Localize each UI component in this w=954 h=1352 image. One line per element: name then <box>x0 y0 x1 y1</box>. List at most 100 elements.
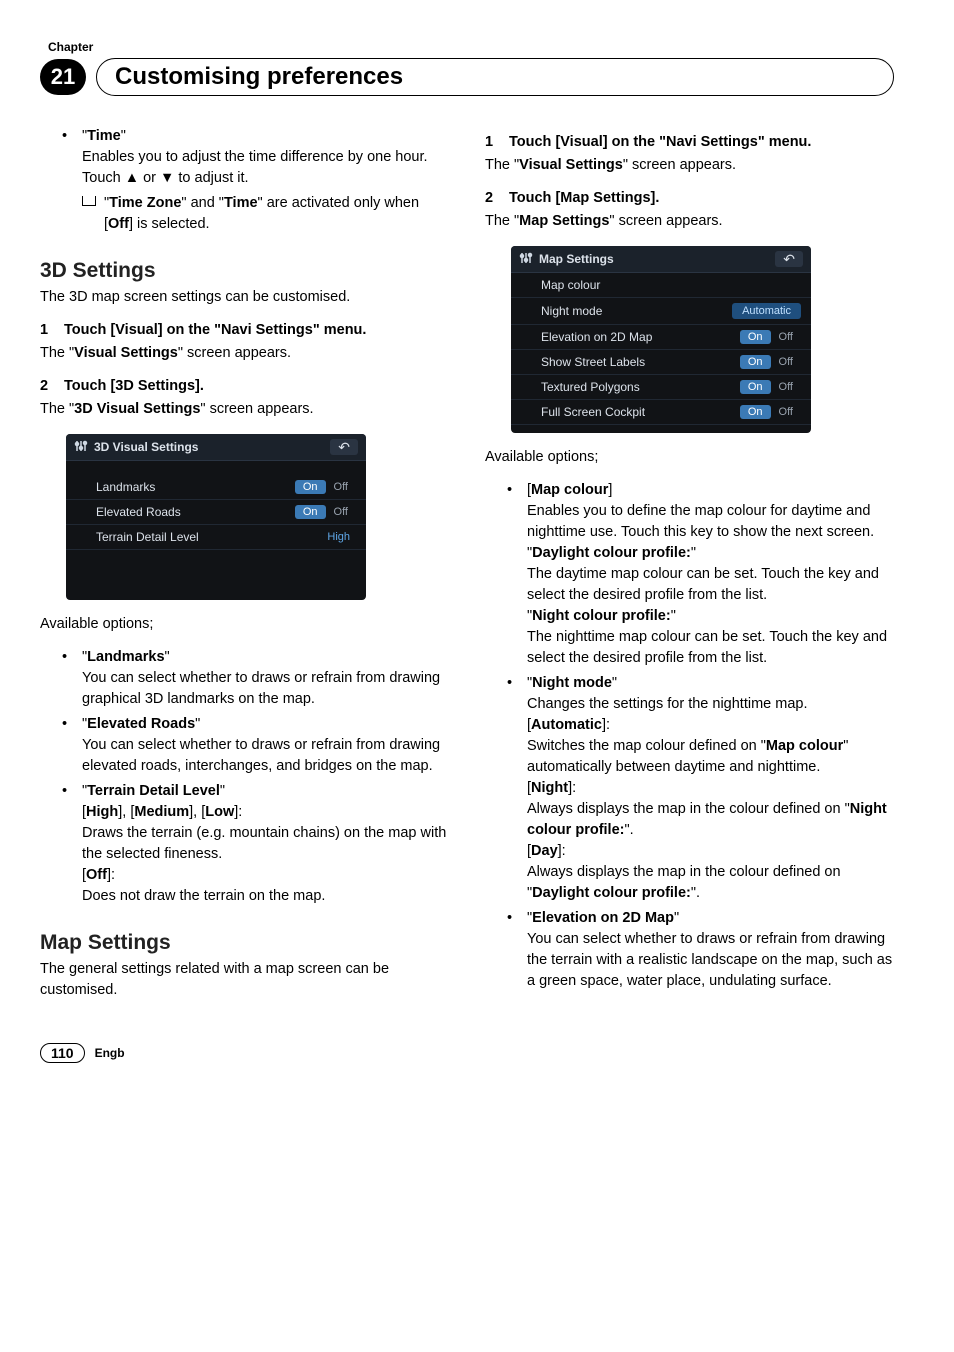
panel-row[interactable]: Terrain Detail Level High <box>66 525 366 550</box>
bullet-icon: • <box>62 714 67 735</box>
panel-header: Map Settings ↶ <box>511 246 811 273</box>
step-1-body: The "Visual Settings" screen appears. <box>485 155 894 176</box>
section-map-settings: Map Settings <box>40 931 449 955</box>
list-item: • "Time" Enables you to adjust the time … <box>82 126 449 235</box>
row-label: Landmarks <box>96 480 155 494</box>
bullet-icon: • <box>62 126 67 147</box>
step-2-body: The "Map Settings" screen appears. <box>485 211 894 232</box>
opt-terrain-desc2: Does not draw the terrain on the map. <box>82 888 325 904</box>
bullet-icon: • <box>62 647 67 668</box>
step-title: Touch [3D Settings]. <box>64 378 204 394</box>
panel-row[interactable]: Night mode Automatic <box>511 298 811 325</box>
panel-row[interactable]: Textured Polygons On Off <box>511 375 811 400</box>
step-number: 1 <box>40 320 64 341</box>
time-title: Time <box>87 128 121 144</box>
toggle[interactable]: On Off <box>295 480 356 494</box>
opt-elevation-title: Elevation on 2D Map <box>532 910 674 926</box>
night-profile-desc: The nighttime map colour can be set. Tou… <box>527 629 887 666</box>
opt-mapcolour-title: Map colour <box>531 482 608 498</box>
step-number: 2 <box>485 188 509 209</box>
section-3d-settings: 3D Settings <box>40 259 449 283</box>
opt-landmarks-desc: You can select whether to draws or refra… <box>82 670 440 707</box>
step-1: 1Touch [Visual] on the "Navi Settings" m… <box>485 132 894 153</box>
chapter-number-badge: 21 <box>40 59 86 95</box>
step-number: 1 <box>485 132 509 153</box>
step-title: Touch [Map Settings]. <box>509 190 659 206</box>
panel-title: Map Settings <box>539 252 614 266</box>
toggle-off[interactable]: Off <box>771 405 801 419</box>
row-label: Show Street Labels <box>541 355 645 369</box>
row-label: Terrain Detail Level <box>96 530 199 544</box>
opt-terrain-title: Terrain Detail Level <box>87 783 220 799</box>
toggle-off[interactable]: Off <box>771 355 801 369</box>
toggle[interactable]: On Off <box>740 405 801 419</box>
toggle[interactable]: On Off <box>295 505 356 519</box>
daylight-profile-desc: The daytime map colour can be set. Touch… <box>527 566 879 603</box>
toggle-off[interactable]: Off <box>326 505 356 519</box>
row-label: Full Screen Cockpit <box>541 405 645 419</box>
back-icon: ↶ <box>783 251 795 267</box>
panel-row[interactable]: Elevated Roads On Off <box>66 500 366 525</box>
toggle[interactable]: On Off <box>740 380 801 394</box>
back-button[interactable]: ↶ <box>330 439 358 455</box>
row-label: Night mode <box>541 304 602 318</box>
opt-nightmode-title: Night mode <box>532 675 612 691</box>
time-sub-desc: "Time Zone" and "Time" are activated onl… <box>104 195 419 232</box>
toggle-on[interactable]: On <box>740 330 771 344</box>
toggle[interactable]: On Off <box>740 330 801 344</box>
toggle-on[interactable]: On <box>295 480 326 494</box>
list-item: • [Map colour] Enables you to define the… <box>527 480 894 669</box>
opt-terrain-off: [Off]: <box>82 867 115 883</box>
toggle-off[interactable]: Off <box>326 480 356 494</box>
opt-terrain-desc1: Draws the terrain (e.g. mountain chains)… <box>82 825 446 862</box>
step-title: Touch [Visual] on the "Navi Settings" me… <box>64 322 366 338</box>
row-value[interactable]: High <box>321 530 356 544</box>
screenshot-3d-visual-settings: 3D Visual Settings ↶ Landmarks On Off El… <box>66 434 366 600</box>
time-desc: Enables you to adjust the time differenc… <box>82 149 428 186</box>
page-header: Chapter 21 Customising preferences <box>40 40 894 96</box>
toggle-on[interactable]: On <box>740 355 771 369</box>
opt-mapcolour-desc: Enables you to define the map colour for… <box>527 503 874 540</box>
step-2-body: The "3D Visual Settings" screen appears. <box>40 399 449 420</box>
panel-row[interactable]: Full Screen Cockpit On Off <box>511 400 811 425</box>
sliders-icon <box>519 251 533 267</box>
panel-row[interactable]: Landmarks On Off <box>66 475 366 500</box>
nightmode-auto-label: [Automatic]: <box>527 717 610 733</box>
row-value[interactable]: Automatic <box>732 303 801 319</box>
note-icon <box>82 196 96 206</box>
toggle-on[interactable]: On <box>740 405 771 419</box>
language-label: Engb <box>95 1046 125 1060</box>
available-options-label: Available options; <box>485 447 894 468</box>
opt-terrain-levels: [High], [Medium], [Low]: <box>82 804 242 820</box>
nightmode-night-desc: Always displays the map in the colour de… <box>527 801 887 838</box>
step-number: 2 <box>40 376 64 397</box>
chapter-title: Customising preferences <box>96 58 894 96</box>
panel-row[interactable]: Elevation on 2D Map On Off <box>511 325 811 350</box>
section-3d-intro: The 3D map screen settings can be custom… <box>40 287 449 308</box>
available-options-label: Available options; <box>40 614 449 635</box>
opt-elevation-desc: You can select whether to draws or refra… <box>527 931 892 989</box>
bullet-icon: • <box>62 781 67 802</box>
toggle-on[interactable]: On <box>740 380 771 394</box>
list-item: • "Elevated Roads" You can select whethe… <box>82 714 449 777</box>
list-item: • "Night mode" Changes the settings for … <box>527 673 894 904</box>
step-2: 2Touch [3D Settings]. <box>40 376 449 397</box>
screenshot-map-settings: Map Settings ↶ Map colour Night mode Aut… <box>511 246 811 433</box>
chapter-label: Chapter <box>48 40 894 54</box>
sub-list-item: "Time Zone" and "Time" are activated onl… <box>82 193 449 235</box>
toggle-off[interactable]: Off <box>771 330 801 344</box>
panel-row[interactable]: Map colour <box>511 273 811 298</box>
nightmode-auto-desc: Switches the map colour defined on "Map … <box>527 738 848 775</box>
back-button[interactable]: ↶ <box>775 251 803 267</box>
row-label: Map colour <box>541 278 600 292</box>
opt-elevated-desc: You can select whether to draws or refra… <box>82 737 440 774</box>
step-title: Touch [Visual] on the "Navi Settings" me… <box>509 134 811 150</box>
panel-row[interactable]: Show Street Labels On Off <box>511 350 811 375</box>
sliders-icon <box>74 439 88 455</box>
step-1-body: The "Visual Settings" screen appears. <box>40 343 449 364</box>
opt-landmarks-title: Landmarks <box>87 649 164 665</box>
row-label: Elevation on 2D Map <box>541 330 652 344</box>
toggle-off[interactable]: Off <box>771 380 801 394</box>
toggle[interactable]: On Off <box>740 355 801 369</box>
toggle-on[interactable]: On <box>295 505 326 519</box>
